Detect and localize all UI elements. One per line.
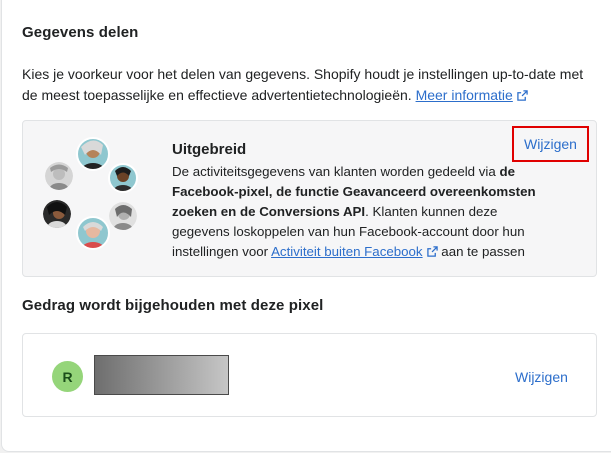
more-info-link[interactable]: Meer informatie	[416, 87, 513, 103]
edit-sharing-level-button[interactable]: Wijzigen	[512, 126, 589, 162]
external-link-icon[interactable]	[517, 90, 528, 101]
avatar-icon	[77, 138, 109, 170]
avatar: R	[52, 361, 83, 392]
sharing-level-description: De activiteitsgegevens van klanten worde…	[172, 162, 544, 262]
pixel-card: R Wijzigen	[22, 333, 597, 417]
avatar-icon	[43, 200, 71, 228]
off-facebook-activity-link-label: Activiteit buiten Facebook	[271, 244, 423, 259]
sharing-level-panel: Uitgebreid Wijzigen De activiteitsgegeve…	[22, 120, 597, 277]
edit-pixel-button[interactable]: Wijzigen	[515, 369, 568, 385]
sharing-level-title: Uitgebreid	[172, 141, 247, 158]
intro-text: Kies je voorkeur voor het delen van gege…	[22, 64, 602, 106]
avatar-icon	[77, 217, 109, 249]
external-link-icon[interactable]	[426, 246, 438, 257]
data-sharing-card: Gegevens delen Kies je voorkeur voor het…	[1, 0, 611, 452]
more-info-link-label: Meer informatie	[415, 87, 513, 103]
avatar-icon	[109, 202, 137, 230]
section-title-data-sharing: Gegevens delen	[22, 24, 139, 41]
section-title-pixel: Gedrag wordt bijgehouden met deze pixel	[22, 297, 324, 314]
description-text: aan te passen	[441, 244, 525, 259]
redacted-pixel-name	[94, 355, 229, 395]
description-text: De activiteitsgegevens van klanten worde…	[172, 164, 500, 179]
off-facebook-activity-link[interactable]: Activiteit buiten Facebook	[271, 244, 423, 259]
customer-avatars-illustration	[43, 137, 138, 250]
avatar-icon	[45, 162, 73, 190]
